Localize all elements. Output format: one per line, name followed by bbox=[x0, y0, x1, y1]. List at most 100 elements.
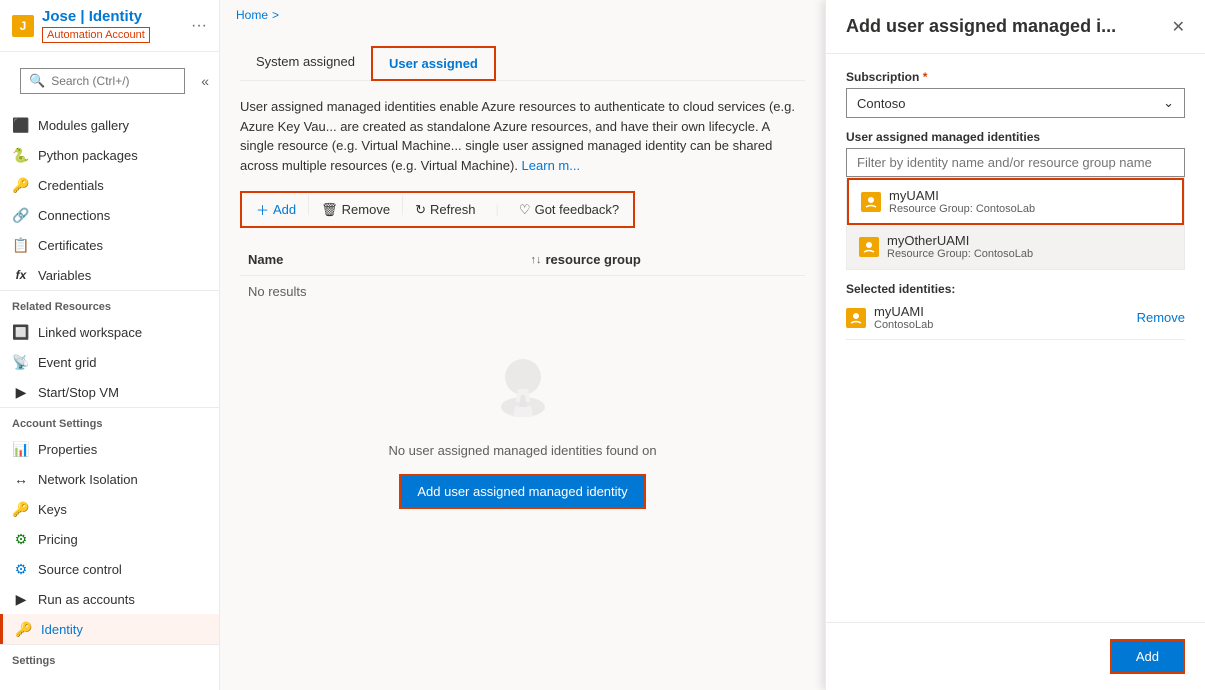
search-input[interactable] bbox=[51, 74, 176, 88]
identity-rg: Resource Group: ContosoLab bbox=[889, 203, 1170, 215]
selected-item-name: myUAMI bbox=[874, 304, 1129, 319]
breadcrumb-separator: > bbox=[272, 8, 279, 22]
search-box: 🔍 bbox=[20, 68, 185, 94]
description-text: User assigned managed identities enable … bbox=[240, 97, 805, 175]
sidebar-item-label: Credentials bbox=[38, 178, 104, 193]
sidebar-item-label: Start/Stop VM bbox=[38, 385, 119, 400]
add-user-assigned-identity-button[interactable]: Add user assigned managed identity bbox=[399, 474, 645, 509]
certificates-icon: 📋 bbox=[12, 236, 30, 254]
keys-icon: 🔑 bbox=[12, 500, 30, 518]
identity-item-myUAMI[interactable]: myUAMI Resource Group: ContosoLab bbox=[847, 178, 1184, 225]
sidebar-item-label: Variables bbox=[38, 268, 91, 283]
col-header-resource-group[interactable]: ↑↓ resource group bbox=[523, 252, 806, 267]
sidebar-item-properties[interactable]: 📊 Properties bbox=[0, 434, 219, 464]
subscription-dropdown[interactable]: Contoso ⌄ bbox=[846, 88, 1185, 118]
selected-item-info: myUAMI ContosoLab bbox=[874, 304, 1129, 331]
sidebar-item-label: Modules gallery bbox=[38, 118, 129, 133]
panel-header: Add user assigned managed i... ✕ bbox=[826, 0, 1205, 54]
page-title: Jose | Identity bbox=[42, 8, 150, 25]
selected-identity-item: myUAMI ContosoLab Remove bbox=[846, 296, 1185, 340]
panel-title: Add user assigned managed i... bbox=[846, 16, 1116, 37]
remove-button[interactable]: 🗑 Remove bbox=[309, 195, 402, 224]
plus-icon: ＋ bbox=[256, 200, 269, 219]
sidebar-item-start-stop-vm[interactable]: ▶ Start/Stop VM bbox=[0, 377, 219, 407]
identities-label: User assigned managed identities bbox=[846, 130, 1185, 144]
sidebar-item-modules-gallery[interactable]: ⬛ Modules gallery bbox=[0, 110, 219, 140]
sidebar-item-network-isolation[interactable]: ↔ Network Isolation bbox=[0, 464, 219, 494]
refresh-button[interactable]: ↻ Refresh bbox=[403, 195, 487, 224]
sidebar-item-connections[interactable]: 🔗 Connections bbox=[0, 200, 219, 230]
sidebar-item-label: Certificates bbox=[38, 238, 103, 253]
sidebar-item-label: Source control bbox=[38, 562, 122, 577]
sidebar-item-source-control[interactable]: ⚙ Source control bbox=[0, 554, 219, 584]
more-options-icon[interactable]: ··· bbox=[191, 17, 207, 35]
sidebar-item-linked-workspace[interactable]: 🔲 Linked workspace bbox=[0, 317, 219, 347]
sidebar-item-certificates[interactable]: 📋 Certificates bbox=[0, 230, 219, 260]
identity-name: myOtherUAMI bbox=[887, 233, 1172, 248]
main-content: Home > System assigned User assigned Use… bbox=[220, 0, 825, 690]
identity-item-myOtherUAMI[interactable]: myOtherUAMI Resource Group: ContosoLab bbox=[847, 225, 1184, 269]
sidebar-item-label: Python packages bbox=[38, 148, 138, 163]
filter-input[interactable] bbox=[846, 148, 1185, 177]
sidebar-item-credentials[interactable]: 🔑 Credentials bbox=[0, 170, 219, 200]
identity-list: myUAMI Resource Group: ContosoLab myOthe… bbox=[846, 177, 1185, 270]
sidebar-item-label: Linked workspace bbox=[38, 325, 142, 340]
account-settings-section: Account Settings bbox=[0, 407, 219, 434]
sort-icon: ↑↓ bbox=[531, 254, 542, 266]
pipe-separator: | bbox=[488, 202, 507, 217]
sidebar-item-keys[interactable]: 🔑 Keys bbox=[0, 494, 219, 524]
tab-user-assigned[interactable]: User assigned bbox=[371, 46, 496, 81]
col-header-name: Name bbox=[240, 252, 523, 267]
credentials-icon: 🔑 bbox=[12, 176, 30, 194]
sidebar-header: J Jose | Identity Automation Account ··· bbox=[0, 0, 219, 52]
sidebar-item-label: Connections bbox=[38, 208, 110, 223]
learn-more-link[interactable]: Learn m... bbox=[522, 158, 581, 173]
network-isolation-icon: ↔ bbox=[12, 470, 30, 488]
subscription-field: Subscription * Contoso ⌄ bbox=[846, 70, 1185, 118]
source-control-icon: ⚙ bbox=[12, 560, 30, 578]
sidebar-item-label: Network Isolation bbox=[38, 472, 138, 487]
connections-icon: 🔗 bbox=[12, 206, 30, 224]
remove-icon: 🗑 bbox=[321, 202, 338, 218]
panel-close-button[interactable]: ✕ bbox=[1172, 17, 1185, 37]
managed-identity-icon-sm bbox=[849, 311, 863, 325]
sidebar-item-pricing[interactable]: ⚙ Pricing bbox=[0, 524, 219, 554]
sidebar-item-python-packages[interactable]: 🐍 Python packages bbox=[0, 140, 219, 170]
breadcrumb-home[interactable]: Home bbox=[236, 8, 268, 22]
sidebar-item-label: Identity bbox=[41, 622, 83, 637]
sidebar: J Jose | Identity Automation Account ···… bbox=[0, 0, 220, 690]
sidebar-item-run-as-accounts[interactable]: ▶ Run as accounts bbox=[0, 584, 219, 614]
panel-footer: Add bbox=[826, 622, 1205, 690]
identity-item-info: myUAMI Resource Group: ContosoLab bbox=[889, 188, 1170, 215]
managed-identity-icon bbox=[862, 240, 876, 254]
required-indicator: * bbox=[923, 70, 928, 84]
remove-selected-link[interactable]: Remove bbox=[1137, 310, 1185, 325]
heart-icon: ♡ bbox=[519, 202, 531, 218]
automation-account-badge: Automation Account bbox=[42, 27, 150, 43]
empty-state-icon bbox=[483, 347, 563, 427]
sidebar-item-event-grid[interactable]: 📡 Event grid bbox=[0, 347, 219, 377]
collapse-sidebar-button[interactable]: « bbox=[201, 73, 209, 89]
selected-identity-icon bbox=[846, 308, 866, 328]
identity-item-icon bbox=[859, 237, 879, 257]
identity-item-icon bbox=[861, 192, 881, 212]
panel-body: Subscription * Contoso ⌄ User assigned m… bbox=[826, 54, 1205, 622]
sidebar-item-identity[interactable]: 🔑 Identity bbox=[0, 614, 219, 644]
subscription-label: Subscription * bbox=[846, 70, 1185, 84]
sidebar-nav: ⬛ Modules gallery 🐍 Python packages 🔑 Cr… bbox=[0, 110, 219, 690]
settings-section: Settings bbox=[0, 644, 219, 671]
empty-state: No user assigned managed identities foun… bbox=[240, 307, 805, 549]
selected-item-lab: ContosoLab bbox=[874, 319, 1129, 331]
tab-system-assigned[interactable]: System assigned bbox=[240, 46, 371, 81]
table-header: Name ↑↓ resource group bbox=[240, 244, 805, 276]
panel-add-button[interactable]: Add bbox=[1110, 639, 1185, 674]
feedback-button[interactable]: ♡ Got feedback? bbox=[507, 195, 631, 224]
chevron-down-icon: ⌄ bbox=[1163, 95, 1174, 111]
toolbar-wrapper: ＋ Add 🗑 Remove ↻ Refresh | ♡ Got feedbac… bbox=[240, 191, 635, 228]
run-as-accounts-icon: ▶ bbox=[12, 590, 30, 608]
selected-identities-section: Selected identities: myUAMI ContosoLab R… bbox=[846, 282, 1185, 340]
sidebar-item-variables[interactable]: fx Variables bbox=[0, 260, 219, 290]
tab-bar: System assigned User assigned bbox=[240, 46, 805, 81]
add-button[interactable]: ＋ Add bbox=[244, 195, 308, 224]
identity-name: myUAMI bbox=[889, 188, 1170, 203]
